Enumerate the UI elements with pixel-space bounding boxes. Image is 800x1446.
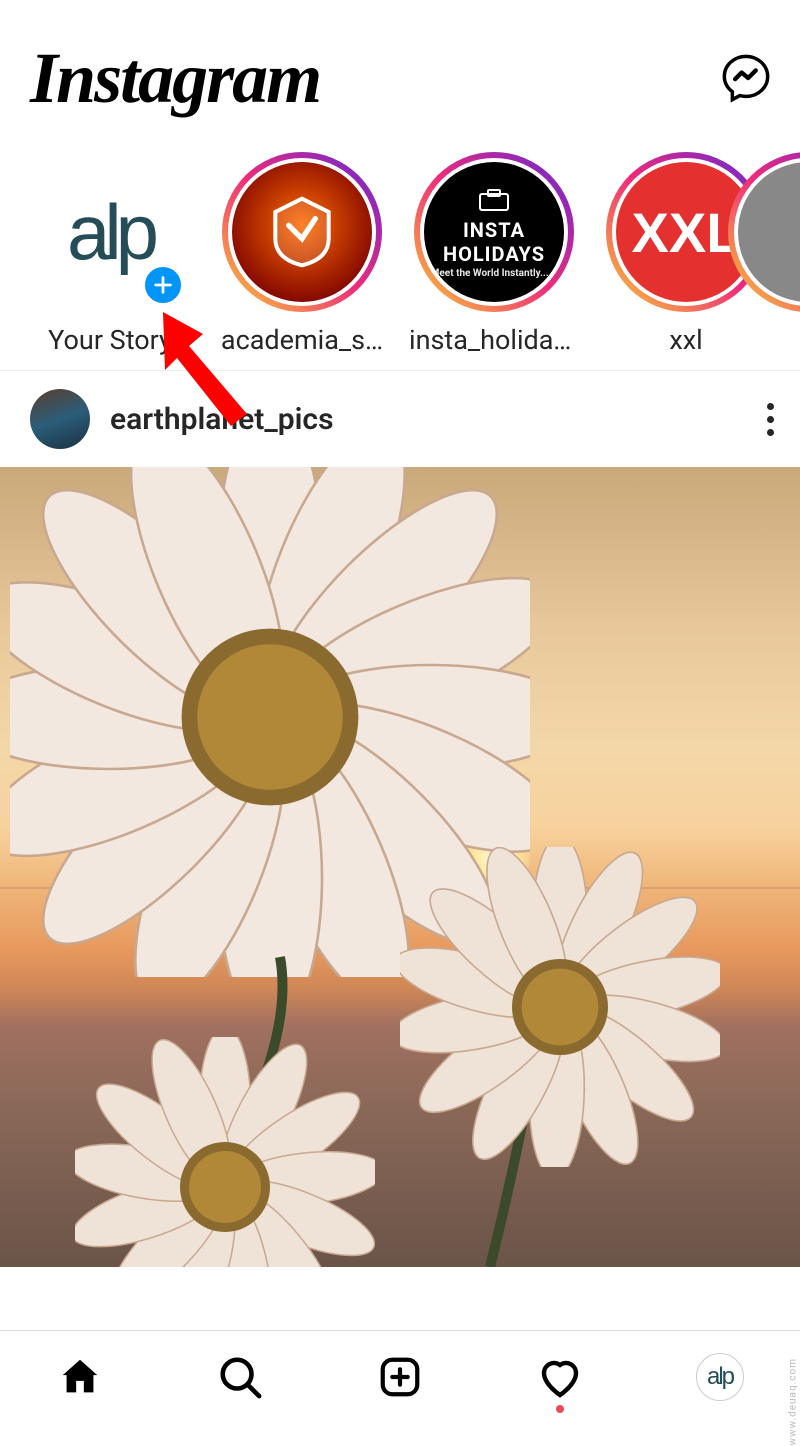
story-label: academia_s… (221, 324, 383, 356)
story-ring (222, 152, 382, 312)
story-avatar-container: alp (30, 152, 190, 312)
dot-icon (767, 429, 774, 436)
messenger-icon (720, 52, 772, 104)
stories-tray[interactable]: alp Your Story academia_s… INSTA HOLIDAY… (0, 148, 800, 371)
app-header: Instagram (0, 0, 800, 148)
search-icon (217, 1354, 263, 1400)
dot-icon (767, 403, 774, 410)
story-label: xxl (669, 324, 702, 356)
dot-icon (767, 416, 774, 423)
story-avatar (232, 162, 372, 302)
post-author-username[interactable]: earthplanet_pics (110, 402, 334, 437)
post-author-avatar[interactable] (30, 389, 90, 449)
story-your-story[interactable]: alp Your Story (30, 152, 190, 356)
story-avatar: INSTA HOLIDAYS Meet the World Instantly.… (424, 162, 564, 302)
story-item[interactable]: academia_s… (222, 152, 382, 356)
story-label: insta_holiday… (409, 324, 579, 356)
story-item[interactable]: INSTA HOLIDAYS Meet the World Instantly.… (414, 152, 574, 356)
story-ring: INSTA HOLIDAYS Meet the World Instantly.… (414, 152, 574, 312)
plus-square-icon (377, 1354, 423, 1400)
story-label: Your Story (48, 324, 172, 356)
story-avatar (738, 162, 800, 302)
post-header: earthplanet_pics (0, 371, 800, 467)
activity-dot-indicator (556, 1405, 564, 1413)
heart-icon (536, 1353, 584, 1401)
messenger-button[interactable] (716, 48, 776, 108)
plus-icon (152, 274, 174, 296)
nav-activity[interactable] (530, 1347, 590, 1407)
nav-search[interactable] (210, 1347, 270, 1407)
nav-home[interactable] (50, 1347, 110, 1407)
watermark: www.deuaq.com (787, 1358, 798, 1446)
nav-new-post[interactable] (370, 1347, 430, 1407)
flower-decoration (75, 1037, 375, 1267)
home-icon (57, 1354, 103, 1400)
instagram-logo[interactable]: Instagram (30, 37, 320, 120)
post-image[interactable] (0, 467, 800, 1267)
nav-profile[interactable]: alp (690, 1347, 750, 1407)
post-user-link[interactable]: earthplanet_pics (30, 389, 334, 449)
profile-avatar-icon: alp (696, 1353, 744, 1401)
flower-decoration (400, 847, 720, 1167)
post-more-button[interactable] (767, 403, 774, 436)
bottom-nav: alp (0, 1330, 800, 1422)
add-story-badge[interactable] (140, 262, 186, 308)
